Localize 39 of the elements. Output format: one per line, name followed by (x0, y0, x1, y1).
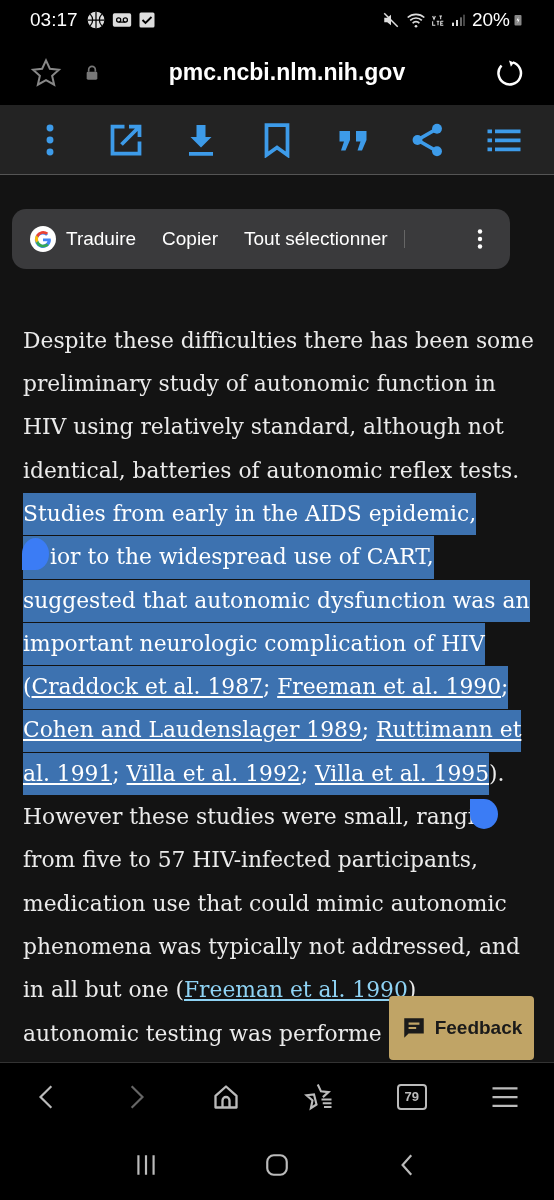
selected-text: important neurologic complication of HIV (23, 623, 485, 666)
paragraph-text: ). (489, 759, 505, 788)
menu-item[interactable]: Copier (162, 224, 219, 254)
mute-icon (381, 11, 400, 29)
home-icon[interactable] (212, 1082, 241, 1111)
selected-text: suggested that autonomic dysfunction was an (23, 579, 530, 623)
star-icon[interactable] (30, 56, 62, 89)
selected-text: ( (23, 666, 32, 709)
basketball-icon (85, 10, 106, 30)
citation-link[interactable]: Villa et al. 1992 (126, 752, 301, 796)
google-logo-icon (30, 226, 56, 252)
paragraph-text: autonomic testing was performe (23, 1019, 382, 1048)
url-text[interactable]: pmc.ncbi.nlm.nih.gov (100, 55, 494, 90)
paragraph-text: phenomena was typically not addressed, and (23, 932, 520, 961)
selected-text: Studies from early in the AIDS epidemic, (23, 493, 477, 536)
paragraph-text: identical, batteries of autonomic reflex tests. (23, 456, 520, 485)
voicemail-icon (111, 10, 132, 30)
checkbox-icon (137, 11, 156, 29)
lock-icon (84, 64, 100, 81)
paragraph-text: from five to 57 HIV-infected participants, (23, 846, 478, 875)
citation-link[interactable]: Freeman et al. 1990 (277, 666, 501, 709)
home-button-icon[interactable] (264, 1152, 290, 1178)
status-time: 03:17 (30, 7, 78, 32)
battery-level: 20% (471, 7, 510, 32)
citation-link[interactable]: Cohen and Laudenslager 1989 (23, 709, 362, 752)
menu-item[interactable]: Traduire (66, 224, 137, 254)
paragraph-text: Despite these difficulties there has been some (23, 326, 534, 355)
paragraph-text: preliminary study of autonomic function in (23, 370, 496, 399)
paragraph-text: medication use that could mimic autonomic (23, 889, 507, 918)
selected-text: ; (501, 666, 509, 709)
paragraph-text: HIV using relatively standard, although not (23, 413, 504, 442)
citation-link[interactable]: Villa et al. 1995 (314, 752, 489, 796)
feedback-button[interactable]: Feedback (389, 996, 534, 1060)
paragraph-text: in all but one ( (23, 976, 184, 1005)
tab-count-button[interactable]: 79 (396, 1083, 427, 1110)
citation-link[interactable]: al. 1991 (23, 752, 113, 796)
menu-item[interactable]: Tout sélectionner (244, 224, 388, 254)
selected-text: ior to the widespread use of CART, (23, 536, 434, 579)
selected-text: ; (112, 752, 127, 796)
